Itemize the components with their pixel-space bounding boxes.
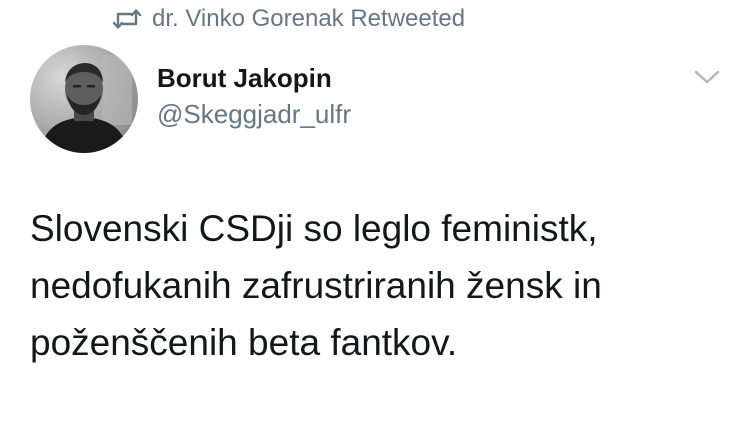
tweet-text: Slovenski CSDji so leglo feministk, nedo…	[30, 200, 730, 371]
tweet-menu-button[interactable]	[690, 66, 724, 92]
retweet-icon	[112, 8, 142, 30]
avatar[interactable]	[30, 45, 138, 153]
tweet-text-line: nedofukanih zafrustriranih žensk in	[30, 265, 602, 306]
tweet-text-line: poženščenih beta fantkov.	[30, 322, 458, 363]
author-handle[interactable]: @Skeggjadr_ulfr	[157, 98, 351, 130]
retweeted-by-link[interactable]: dr. Vinko Gorenak Retweeted	[152, 5, 465, 33]
retweet-indicator: dr. Vinko Gorenak Retweeted	[112, 4, 465, 34]
chevron-down-icon	[693, 68, 721, 91]
tweet-text-line: Slovenski CSDji so leglo feministk,	[30, 208, 598, 249]
tweet-author[interactable]: Borut Jakopin @Skeggjadr_ulfr	[157, 62, 351, 130]
author-display-name[interactable]: Borut Jakopin	[157, 62, 351, 94]
